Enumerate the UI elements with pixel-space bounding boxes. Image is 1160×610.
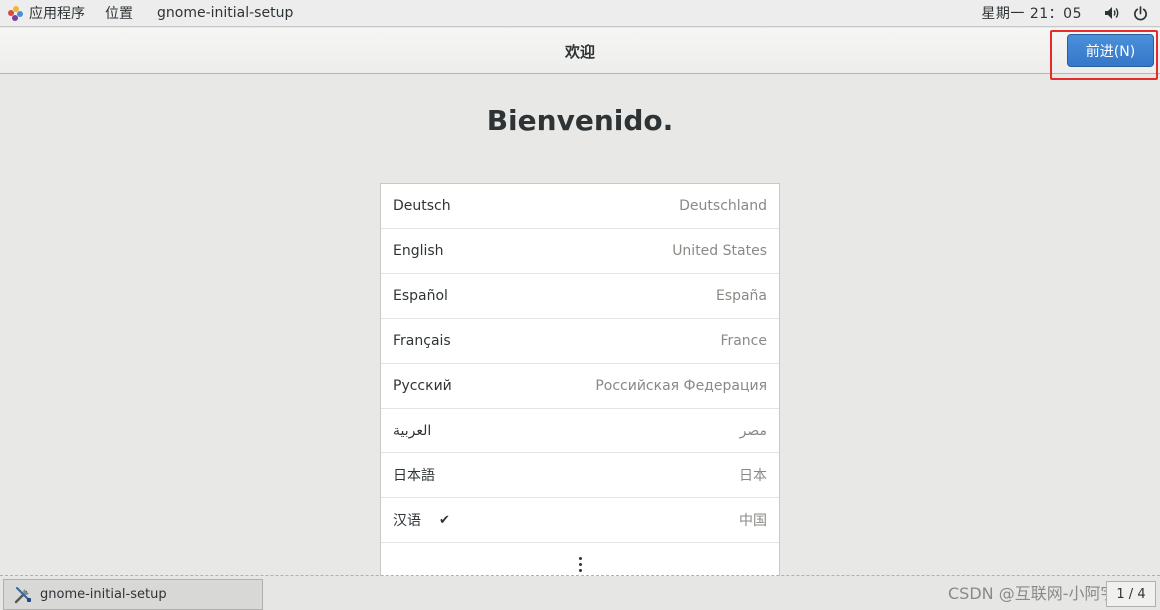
- language-row-japanese[interactable]: 日本語 日本: [381, 453, 779, 498]
- language-name: العربية: [393, 422, 432, 439]
- app-menu[interactable]: gnome-initial-setup: [143, 0, 303, 27]
- taskbar-window-item[interactable]: gnome-initial-setup: [3, 579, 263, 610]
- welcome-heading: Bienvenido.: [486, 104, 674, 137]
- language-region: 中国: [739, 513, 767, 529]
- language-region: Российская Федерация: [595, 378, 767, 394]
- checkmark-icon: ✔: [439, 512, 450, 528]
- clock[interactable]: 星期一 21：05: [981, 3, 1098, 23]
- top-panel: 应用程序 位置 gnome-initial-setup 星期一 21：05: [0, 0, 1160, 27]
- workspace-pager[interactable]: 1 / 4: [1106, 581, 1156, 607]
- language-region: United States: [672, 243, 767, 259]
- language-name: English: [393, 243, 444, 259]
- language-name: 汉语: [393, 513, 421, 529]
- next-button[interactable]: 前进(N): [1067, 34, 1154, 67]
- header-bar: 欢迎: [0, 28, 1160, 74]
- volume-icon[interactable]: [1098, 0, 1126, 27]
- language-region: España: [715, 288, 767, 304]
- language-row-francais[interactable]: Français France: [381, 319, 779, 364]
- language-region: Deutschland: [679, 198, 767, 214]
- gnome-foot-icon: [8, 5, 23, 21]
- places-menu[interactable]: 位置: [95, 0, 143, 27]
- language-row-chinese[interactable]: 汉语 ✔ 中国: [381, 498, 779, 543]
- setup-tools-icon: [12, 584, 34, 606]
- language-row-espanol[interactable]: Español España: [381, 274, 779, 319]
- language-list: Deutsch Deutschland English United State…: [380, 183, 780, 576]
- status-area: 星期一 21：05: [981, 0, 1160, 27]
- more-languages-button[interactable]: [381, 543, 779, 576]
- language-row-english[interactable]: English United States: [381, 229, 779, 274]
- applications-label: 应用程序: [29, 6, 85, 22]
- taskbar-window-label: gnome-initial-setup: [40, 587, 167, 602]
- language-region: France: [720, 333, 767, 349]
- language-name: Русский: [393, 378, 452, 394]
- places-label: 位置: [105, 6, 133, 22]
- language-region: مصر: [739, 422, 767, 439]
- language-row-arabic[interactable]: العربية مصر: [381, 409, 779, 453]
- page-title: 欢迎: [564, 42, 595, 61]
- applications-menu[interactable]: 应用程序: [0, 0, 95, 27]
- language-name: Français: [393, 333, 451, 349]
- more-vertical-icon: [578, 556, 582, 572]
- language-name: Deutsch: [393, 198, 451, 214]
- app-menu-label: gnome-initial-setup: [157, 5, 294, 21]
- language-row-deutsch[interactable]: Deutsch Deutschland: [381, 184, 779, 229]
- language-region: 日本: [739, 468, 767, 484]
- watermark: CSDN @互联网-小阿宇: [948, 584, 1117, 603]
- language-row-russian[interactable]: Русский Российская Федерация: [381, 364, 779, 409]
- language-name: 日本語: [393, 468, 435, 484]
- language-name: Español: [393, 288, 448, 304]
- power-icon[interactable]: [1126, 0, 1154, 27]
- language-name-selected: 汉语 ✔: [393, 510, 450, 530]
